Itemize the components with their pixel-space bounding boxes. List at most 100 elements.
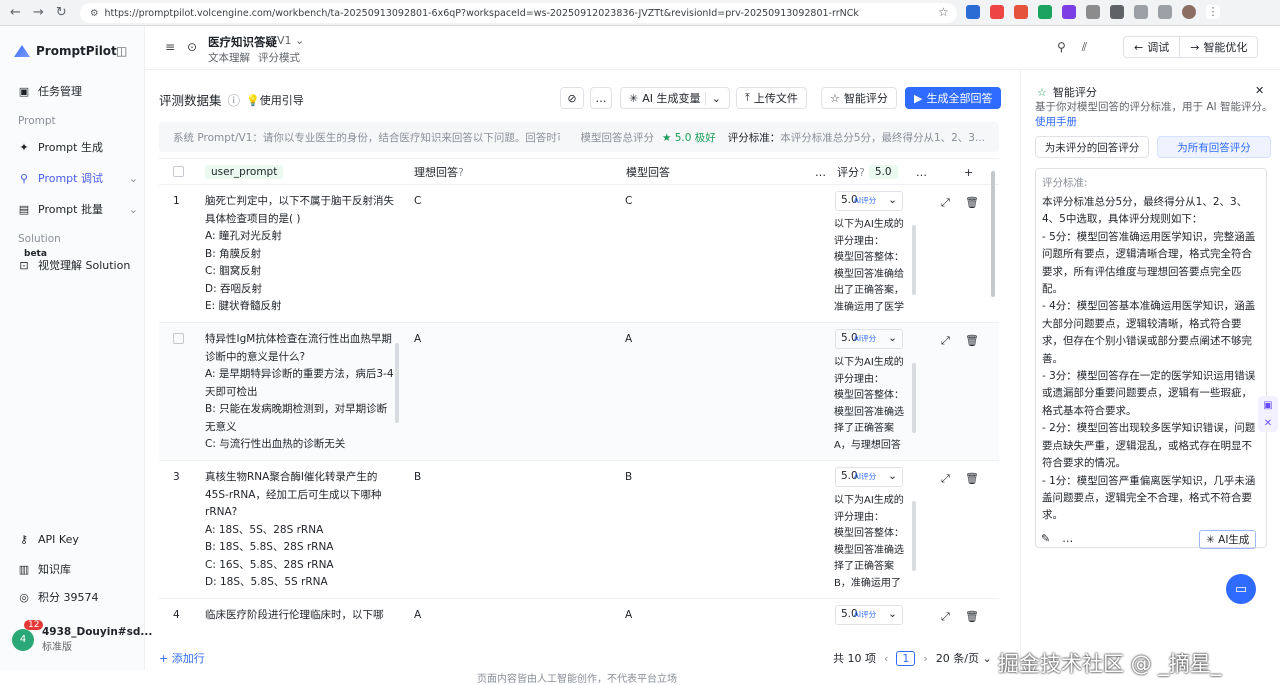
sidebar-item-points[interactable]: ◎ 积分 39574	[18, 589, 138, 605]
add-column-button[interactable]: +	[954, 159, 973, 185]
edit-icon[interactable]: ✎	[1041, 532, 1050, 545]
sidebar-collapse-icon[interactable]: ◫	[116, 44, 127, 58]
delete-icon[interactable]: 🗑	[965, 332, 979, 350]
user-prompt-cell[interactable]: 脑死亡判定中，以下不属于脑干反射消失具体检查项目的是( ) A: 瞳孔对光反射 …	[205, 193, 395, 317]
score-reason[interactable]: 以下为AI生成的评分理由： 模型回答整体：模型回答准确选择了正确答案B，准确运用…	[834, 493, 906, 591]
page-size-select[interactable]: 20 条/页 ⌄	[936, 650, 992, 666]
expand-icon[interactable]: ⤢	[941, 608, 950, 626]
score-select[interactable]: 5.0 AI评分 ⌄	[835, 329, 903, 349]
score-reason[interactable]: 以下为AI生成的评分理由： 模型回答整体：模型回答准确给出了正确答案，准确运用了…	[834, 217, 906, 315]
ideal-answer-cell[interactable]: A	[414, 607, 604, 625]
table-row[interactable]: 4 临床医疗阶段进行伦理临床时，以下哪 A A 5.0 AI评分 ⌄ ⤢ 🗑	[159, 599, 999, 648]
close-icon[interactable]: ✕	[1255, 84, 1264, 97]
score-select[interactable]: 5.0 AI评分 ⌄	[835, 467, 903, 487]
user-prompt-cell[interactable]: 特异性IgM抗体检查在流行性出血热早期诊断中的意义是什么? A: 是早期特异诊断…	[205, 331, 395, 455]
bulb-icon[interactable]: ⚲	[1057, 40, 1066, 55]
bookmark-star-icon[interactable]: ☆	[938, 5, 949, 19]
model-answer-cell[interactable]: B	[625, 469, 815, 487]
sidebar-item-task-mgmt[interactable]: ▣ 任务管理	[18, 83, 138, 99]
ideal-answer-cell[interactable]: A	[414, 331, 604, 349]
row-checkbox[interactable]	[173, 333, 184, 344]
menu-dots-icon[interactable]: ⋮	[1206, 5, 1220, 19]
generate-all-button[interactable]: ▶ 生成全部回答	[905, 87, 1002, 109]
back-icon[interactable]: ←	[10, 5, 21, 20]
user-prompt-cell[interactable]: 真核生物RNA聚合酶I催化转录产生的45S-rRNA，经加工后可生成以下哪种rR…	[205, 469, 395, 593]
cell-scrollbar[interactable]	[912, 501, 916, 571]
model-answer-cell[interactable]: A	[625, 331, 815, 349]
forward-icon[interactable]: →	[33, 5, 44, 20]
chat-assistant-button[interactable]: ▭	[1226, 574, 1256, 604]
help-icon[interactable]: ?	[458, 166, 464, 179]
table-row[interactable]: 特异性IgM抗体检查在流行性出血热早期诊断中的意义是什么? A: 是早期特异诊断…	[159, 323, 999, 461]
more-dots-icon[interactable]: …	[815, 166, 826, 179]
chevron-down-icon[interactable]: ⌄	[704, 91, 721, 105]
expand-icon[interactable]: ⤢	[941, 470, 950, 488]
system-prompt-bar[interactable]: 系统 Prompt/V1： 请你以专业医生的身份，结合医疗知识来回答以下问题。回…	[159, 122, 999, 152]
score-reason[interactable]: 以下为AI生成的评分理由： 模型回答整体：模型回答准确选择了正确答案A，与理想回…	[834, 355, 906, 453]
optimize-button[interactable]: → 智能优化	[1179, 37, 1257, 57]
sidebar-item-prompt-generate[interactable]: ✦ Prompt 生成	[18, 139, 138, 155]
more-dots-icon[interactable]: …	[916, 166, 927, 179]
sidebar-item-prompt-batch[interactable]: ▤ Prompt 批量 ⌄	[18, 201, 138, 217]
model-answer-cell[interactable]: C	[625, 193, 815, 211]
guide-link[interactable]: 💡使用引导	[246, 92, 304, 108]
hide-button[interactable]: ⊘	[560, 87, 584, 109]
brand-logo[interactable]: PromptPilot	[14, 44, 117, 58]
more-button[interactable]: …	[590, 87, 612, 109]
table-row[interactable]: 3 真核生物RNA聚合酶I催化转录产生的45S-rRNA，经加工后可生成以下哪种r…	[159, 461, 999, 599]
library-icon[interactable]: ⫽	[1082, 40, 1087, 55]
next-page-icon[interactable]: ›	[923, 652, 927, 665]
cell-scrollbar[interactable]	[395, 343, 399, 423]
ideal-answer-cell[interactable]: B	[414, 469, 604, 487]
extension-icon[interactable]	[1014, 5, 1028, 19]
cell-scrollbar[interactable]	[912, 363, 916, 433]
score-reason[interactable]	[834, 631, 906, 648]
score-all-button[interactable]: 为所有回答评分	[1157, 136, 1271, 158]
add-row-button[interactable]: + 添加行	[159, 650, 205, 666]
model-answer-cell[interactable]: A	[625, 607, 815, 625]
extension-icon[interactable]	[1038, 5, 1052, 19]
smart-score-button[interactable]: ☆ 智能评分	[821, 87, 897, 109]
scoring-standard-editor[interactable]: 评分标准: 本评分标准总分5分，最终得分从1、2、3、4、5中选取，具体评分规则…	[1035, 168, 1267, 548]
info-icon[interactable]: ⓘ	[228, 90, 241, 109]
puzzle-icon[interactable]	[1110, 5, 1124, 19]
menu-icon[interactable]: ≡	[165, 40, 175, 54]
select-all-checkbox[interactable]	[173, 166, 184, 177]
extension-icon[interactable]	[966, 5, 980, 19]
ai-generate-variable-button[interactable]: ✳ AI 生成变量 ⌄	[620, 87, 730, 109]
translate-icon[interactable]: ✕	[1264, 418, 1272, 429]
page-number[interactable]: 1	[896, 650, 916, 666]
delete-icon[interactable]: 🗑	[965, 470, 979, 488]
user-prompt-cell[interactable]: 临床医疗阶段进行伦理临床时，以下哪	[205, 607, 395, 648]
history-icon[interactable]	[1134, 5, 1148, 19]
site-info-icon[interactable]: ⚙	[90, 8, 99, 19]
ideal-answer-cell[interactable]: C	[414, 193, 604, 211]
extension-icon[interactable]	[1062, 5, 1076, 19]
version-select[interactable]: V1 ⌄	[277, 34, 304, 47]
more-dots-icon[interactable]: …	[1062, 532, 1073, 545]
score-select[interactable]: 5.0 AI评分 ⌄	[835, 191, 903, 211]
address-bar[interactable]: ⚙ https://promptpilot.volcengine.com/work…	[80, 3, 957, 23]
cell-scrollbar[interactable]	[912, 225, 916, 295]
ai-generate-button[interactable]: ✳ AI生成	[1199, 530, 1257, 549]
sidebar-item-prompt-debug[interactable]: ⚲ Prompt 调试 ⌄	[18, 170, 138, 186]
delete-icon[interactable]: 🗑	[965, 608, 979, 626]
score-select[interactable]: 5.0 AI评分 ⌄	[835, 605, 903, 625]
expand-icon[interactable]: ⤢	[941, 194, 950, 212]
expand-icon[interactable]: ⤢	[941, 332, 950, 350]
table-row[interactable]: 1 脑死亡判定中，以下不属于脑干反射消失具体检查项目的是( ) A: 瞳孔对光反射…	[159, 185, 999, 323]
extension-icon[interactable]	[1086, 5, 1100, 19]
delete-icon[interactable]: 🗑	[965, 194, 979, 212]
reload-icon[interactable]: ↻	[56, 5, 67, 20]
upload-file-button[interactable]: ⤒ 上传文件	[736, 87, 807, 109]
profile-avatar[interactable]	[1182, 5, 1196, 19]
score-unscored-button[interactable]: 为未评分的回答评分	[1035, 136, 1149, 158]
extension-icon[interactable]	[990, 5, 1004, 19]
prev-page-icon[interactable]: ‹	[884, 652, 888, 665]
sidebar-item-api-key[interactable]: ⚷ API Key	[18, 533, 138, 546]
help-icon[interactable]: ?	[859, 166, 865, 179]
sidebar-item-knowledge-base[interactable]: ▥ 知识库	[18, 561, 138, 577]
user-profile[interactable]: 4 12 4938_Douyin#sd... 标准版	[12, 619, 152, 653]
assistant-icon[interactable]: ▣	[1263, 400, 1272, 411]
sidebar-item-vision-solution[interactable]: ⊡ 视觉理解 Solution	[18, 257, 138, 273]
